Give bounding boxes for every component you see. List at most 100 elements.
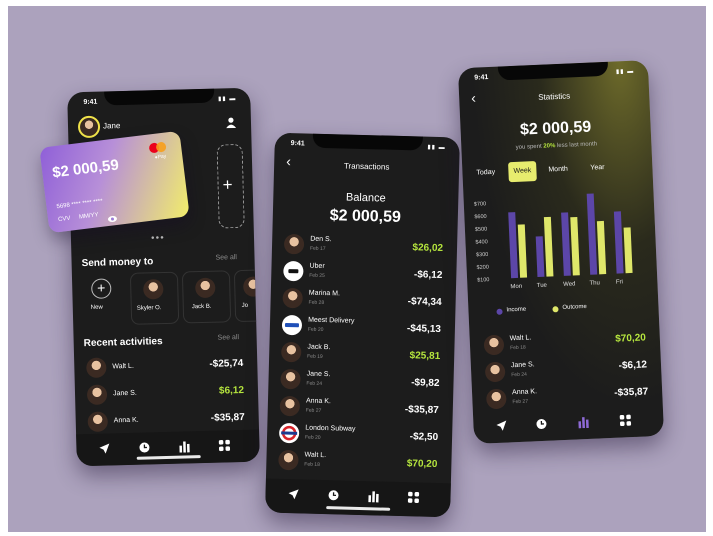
send-money-see-all[interactable]: See all — [215, 254, 237, 262]
send-tab-icon[interactable] — [495, 418, 510, 433]
x-tick-label: Thu — [589, 280, 600, 286]
activity-avatar — [87, 411, 109, 433]
transaction-name: Jack B. — [307, 343, 331, 352]
transaction-name: Marina M. — [308, 289, 341, 298]
pay-text: Pay — [157, 153, 167, 161]
outcome-bar — [570, 216, 580, 276]
income-legend-swatch — [496, 308, 503, 315]
contact-new[interactable]: + New — [84, 276, 125, 327]
transaction-row[interactable]: Walt L. Feb 18 $70,20 — [266, 447, 452, 479]
y-tick-label: $100 — [477, 277, 490, 284]
send-tab-icon[interactable] — [287, 487, 301, 501]
tab-year[interactable]: Year — [590, 164, 604, 172]
income-bar — [561, 212, 571, 276]
transaction-amount: -$2,50 — [409, 431, 439, 444]
contact-label: Jo — [241, 302, 249, 309]
y-tick-label: $400 — [475, 239, 488, 246]
status-time: 9:41 — [290, 140, 305, 148]
transaction-avatar — [278, 449, 299, 471]
menu-tab-icon[interactable] — [407, 490, 421, 504]
subtitle-prefix: you spent — [515, 143, 544, 151]
transaction-date: Feb 25 — [309, 272, 325, 279]
payment-card[interactable]: $2 000,59 ●Pay 5698 **** **** **** CVV M… — [39, 130, 190, 234]
activity-row[interactable]: Walt L. -$25,74 — [74, 352, 258, 383]
history-tab-icon[interactable] — [535, 417, 550, 432]
eye-icon[interactable] — [106, 209, 117, 223]
stat-avatar — [485, 388, 507, 410]
statistics-subtitle: you spent 20% less last month — [461, 139, 651, 153]
status-time: 9:41 — [474, 74, 489, 82]
recent-see-all[interactable]: See all — [218, 334, 240, 342]
send-tab-icon[interactable] — [98, 441, 112, 455]
activity-name: Jane S. — [112, 389, 137, 398]
contact-label: New — [90, 304, 103, 311]
transaction-date: Feb 28 — [308, 299, 325, 306]
stat-avatar — [483, 334, 505, 356]
subtitle-highlight: 20% — [543, 143, 556, 150]
stat-avatar — [484, 361, 506, 383]
activity-amount: -$25,74 — [209, 357, 244, 370]
y-tick-label: $700 — [474, 201, 487, 208]
activity-amount: -$35,87 — [210, 411, 245, 424]
stat-date: Feb 18 — [510, 344, 526, 352]
stat-name: Walt L. — [509, 334, 532, 343]
activity-row[interactable]: Jane S. $6,12 — [75, 379, 259, 410]
outcome-bar — [596, 220, 607, 275]
uber-logo-icon — [283, 260, 304, 282]
outcome-bar — [517, 224, 528, 278]
mastercard-icon — [148, 141, 168, 154]
outcome-legend-label: Outcome — [562, 303, 587, 311]
card-pagination: ●●● — [150, 234, 165, 242]
transaction-amount: -$9,82 — [411, 377, 440, 390]
contact-jack[interactable]: Jack B. — [181, 270, 232, 324]
phone-notch — [497, 61, 609, 81]
balance-amount: $2 000,59 — [329, 207, 402, 226]
stat-amount: -$6,12 — [618, 359, 648, 372]
card-number: 5698 **** **** **** — [56, 198, 104, 211]
transaction-name: Meest Delivery — [308, 316, 355, 325]
phone-notch — [312, 133, 423, 151]
transaction-date: Feb 18 — [304, 461, 320, 468]
history-tab-icon[interactable] — [327, 488, 341, 502]
profile-icon[interactable] — [226, 115, 237, 129]
user-avatar[interactable] — [77, 115, 101, 139]
transaction-name: Uber — [309, 262, 325, 270]
transaction-amount: -$35,87 — [404, 404, 439, 417]
x-tick-label: Fri — [616, 279, 623, 285]
tab-week[interactable]: Week — [508, 161, 537, 183]
card-expiry-label: MM/YY — [78, 212, 99, 221]
transaction-date: Feb 20 — [304, 434, 321, 441]
history-tab-icon[interactable] — [138, 440, 152, 454]
home-indicator — [325, 506, 390, 511]
contact-avatar — [243, 276, 260, 297]
outcome-bar — [543, 216, 554, 277]
statistics-tab-icon[interactable] — [178, 439, 192, 453]
status-icons: ▮▮ ▬ — [427, 144, 446, 152]
y-tick-label: $500 — [475, 227, 488, 234]
y-tick-label: $300 — [476, 252, 489, 259]
transaction-date: Feb 17 — [309, 245, 326, 253]
income-legend-label: Income — [506, 306, 527, 314]
activity-name: Anna K. — [113, 416, 139, 425]
status-icons: ▮▮ ▬ — [218, 96, 237, 103]
stat-name: Anna K. — [511, 388, 538, 397]
menu-tab-icon[interactable] — [218, 438, 232, 452]
statistics-tab-icon[interactable] — [577, 415, 592, 430]
menu-tab-icon[interactable] — [619, 413, 634, 428]
add-card-button[interactable]: + — [216, 143, 245, 229]
transaction-list: Den S. Feb 17 $26,02 Uber Feb 25 -$6,12 Marina… — [266, 231, 457, 486]
contact-skyler[interactable]: Skyler O. — [129, 271, 180, 325]
balance-label: Balance — [345, 191, 386, 205]
tab-bar — [265, 478, 451, 518]
contact-partial[interactable]: Jo — [233, 268, 260, 323]
stat-amount: -$35,87 — [614, 386, 649, 399]
transaction-date: Feb 19 — [307, 353, 323, 360]
home-indicator — [136, 455, 201, 460]
transaction-avatar — [281, 341, 302, 363]
phone-notch — [103, 88, 214, 106]
statistics-tab-icon[interactable] — [367, 489, 381, 503]
tab-today[interactable]: Today — [476, 169, 495, 177]
transaction-date: Feb 27 — [305, 407, 322, 414]
tab-month[interactable]: Month — [548, 166, 568, 174]
outcome-bar — [623, 227, 633, 274]
